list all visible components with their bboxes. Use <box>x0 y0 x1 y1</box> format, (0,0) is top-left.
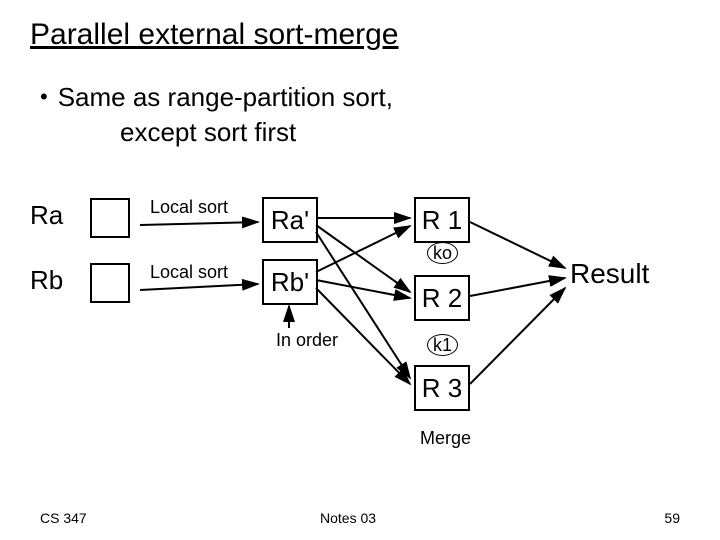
label-local-sort-a: Local sort <box>150 197 228 218</box>
slide: Parallel external sort-merge • Same as ra… <box>0 0 720 540</box>
arrow-raprime-r2 <box>316 225 410 292</box>
footer-left: CS 347 <box>40 510 87 526</box>
label-k1: k1 <box>427 334 458 356</box>
bullet-line2: except sort first <box>120 115 393 150</box>
label-local-sort-b: Local sort <box>150 262 228 283</box>
label-merge: Merge <box>420 428 471 449</box>
bullet-item: • Same as range-partition sort, except so… <box>40 80 393 150</box>
bullet-line1: Same as range-partition sort, <box>58 82 393 112</box>
box-rb-prime: Rb' <box>262 259 318 305</box>
arrow-ra-raprime <box>140 222 258 225</box>
arrow-raprime-r3 <box>316 232 410 378</box>
box-r2: R 2 <box>414 275 470 321</box>
label-rb: Rb <box>30 265 63 296</box>
arrow-r3-result <box>470 288 565 384</box>
arrow-r1-result <box>470 222 565 268</box>
box-r3: R 3 <box>414 365 470 411</box>
arrow-rbprime-r2 <box>316 280 410 298</box>
label-ra: Ra <box>30 200 63 231</box>
arrow-rb-rbprime <box>140 284 258 290</box>
box-rb <box>90 263 130 303</box>
label-in-order: In order <box>276 330 338 351</box>
box-ra <box>90 198 130 238</box>
arrow-rbprime-r1 <box>316 226 410 272</box>
footer-right: 59 <box>664 510 680 526</box>
label-ko: ko <box>427 242 458 264</box>
arrow-r2-result <box>470 278 565 296</box>
slide-title: Parallel external sort-merge <box>30 18 398 52</box>
footer-center: Notes 03 <box>320 510 376 526</box>
label-result: Result <box>570 258 649 290</box>
box-r1: R 1 <box>414 197 470 243</box>
box-ra-prime: Ra' <box>262 197 318 243</box>
bullet-dot: • <box>40 84 48 109</box>
